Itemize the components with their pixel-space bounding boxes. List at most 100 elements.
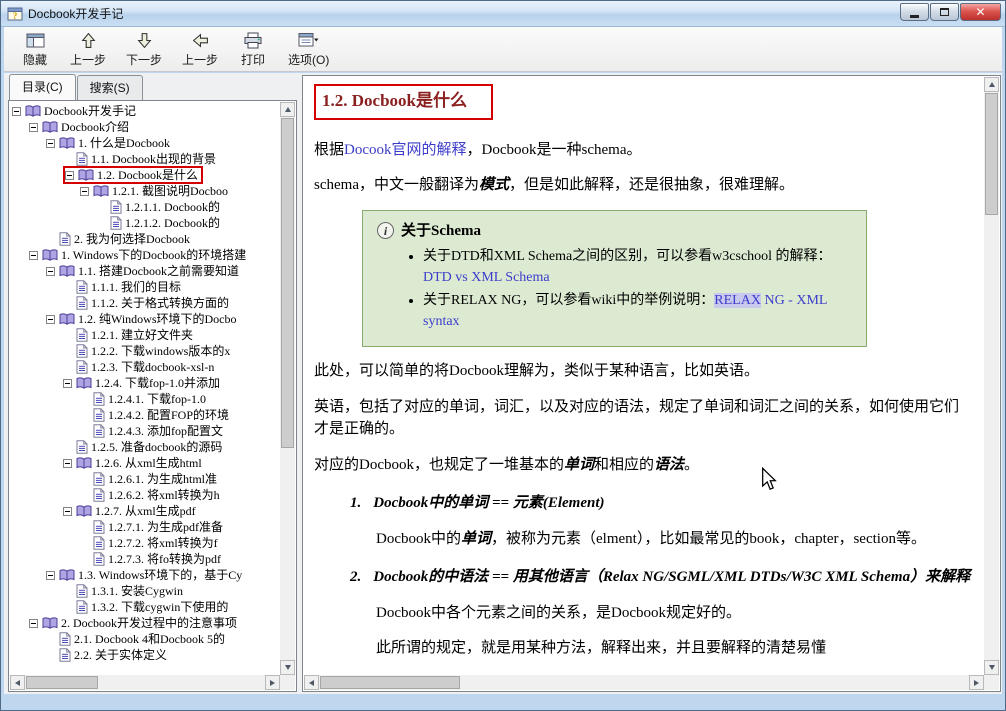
minimize-button[interactable] — [900, 3, 929, 21]
tree-item[interactable]: 1.2.7.2. 将xml转换为f — [10, 535, 279, 551]
scrollbar-thumb[interactable] — [26, 676, 98, 689]
previous-step-button[interactable]: 上一步 — [62, 28, 114, 71]
tree-item[interactable]: 1.2.1. 建立好文件夹 — [10, 327, 279, 343]
scrollbar-thumb[interactable] — [281, 118, 294, 448]
tree-item[interactable]: 1.2.7.1. 为生成pdf准备 — [10, 519, 279, 535]
tree-item-label: 2. 我为何选择Docbook — [74, 231, 190, 247]
tree-vertical-scrollbar[interactable] — [280, 102, 295, 675]
tree-item[interactable]: 2.1. Docbook 4和Docbook 5的 — [10, 631, 279, 647]
tree-item[interactable]: 1.2.7. 从xml生成pdf — [10, 503, 279, 519]
scroll-up-button[interactable] — [280, 102, 295, 117]
collapse-icon[interactable] — [46, 139, 55, 148]
collapse-icon[interactable] — [29, 251, 38, 260]
tree-horizontal-scrollbar[interactable] — [10, 675, 280, 690]
book-icon — [59, 569, 75, 582]
scrollbar-thumb[interactable] — [985, 93, 998, 215]
page-icon — [59, 632, 71, 646]
scroll-down-button[interactable] — [280, 660, 295, 675]
tree-item[interactable]: 1.2.6.1. 为生成html准 — [10, 471, 279, 487]
tree-item-label: 1.2.1.2. Docbook的 — [125, 215, 220, 231]
collapse-icon[interactable] — [63, 459, 72, 468]
collapse-icon[interactable] — [46, 267, 55, 276]
scrollbar-thumb[interactable] — [320, 676, 460, 689]
options-button[interactable]: 选项(O) — [280, 28, 337, 71]
close-button[interactable]: ✕ — [960, 3, 1001, 21]
tree-item[interactable]: 1.1. Docbook出现的背景 — [10, 151, 279, 167]
print-button[interactable]: 打印 — [230, 28, 276, 71]
section-title: 1.2. Docbook是什么 — [314, 84, 493, 120]
tree-item-label: 1.2.3. 下载docbook-xsl-n — [91, 359, 214, 375]
scroll-right-button[interactable] — [969, 675, 984, 690]
back-button[interactable]: 上一步 — [174, 28, 226, 71]
tree-item[interactable]: 1.2.6. 从xml生成html — [10, 455, 279, 471]
list-item: 1. Docbook中的单词 == 元素(Element) Docbook中的单… — [328, 492, 971, 550]
tree-item[interactable]: 2. Docbook开发过程中的注意事项 — [10, 615, 279, 631]
tree-item[interactable]: 2. 我为何选择Docbook — [10, 231, 279, 247]
tree-item[interactable]: 1. 什么是Docbook — [10, 135, 279, 151]
tree-item[interactable]: 1.3.2. 下载cygwin下使用的 — [10, 599, 279, 615]
tree-item[interactable]: 1.2.2. 下载windows版本的x — [10, 343, 279, 359]
scroll-down-button[interactable] — [984, 660, 999, 675]
page-icon — [93, 552, 105, 566]
tree-item[interactable]: Docbook介绍 — [10, 119, 279, 135]
tree-item[interactable]: 1.2.4.1. 下载fop-1.0 — [10, 391, 279, 407]
tree-item[interactable]: 1.2.5. 准备docbook的源码 — [10, 439, 279, 455]
link-docbook-official-explanation[interactable]: Docook官网的解释 — [344, 142, 467, 158]
tree-item[interactable]: 1.2.3. 下载docbook-xsl-n — [10, 359, 279, 375]
next-step-button[interactable]: 下一步 — [118, 28, 170, 71]
ordered-list: 1. Docbook中的单词 == 元素(Element) Docbook中的单… — [328, 492, 971, 660]
tree-item[interactable]: 1.3. Windows环境下的，基于Cy — [10, 567, 279, 583]
collapse-icon[interactable] — [29, 619, 38, 628]
paragraph-intro: 根据Docook官网的解释，Docbook是一种schema。 — [314, 139, 971, 162]
tree-item[interactable]: 1.2.1. 截图说明Docboo — [10, 183, 279, 199]
tree-item[interactable]: 1.1.2. 关于格式转换方面的 — [10, 295, 279, 311]
tab-search[interactable]: 搜索(S) — [77, 75, 143, 100]
tree-item[interactable]: 1.2. Docbook是什么 — [10, 167, 279, 183]
collapse-icon[interactable] — [46, 571, 55, 580]
book-icon — [42, 249, 58, 262]
tree-item[interactable]: Docbook开发手记 — [10, 103, 279, 119]
tree-item[interactable]: 1.3.1. 安装Cygwin — [10, 583, 279, 599]
scroll-up-button[interactable] — [984, 77, 999, 92]
tree-item-label: 1.2.4.1. 下载fop-1.0 — [108, 391, 206, 407]
tree-item[interactable]: 1. Windows下的Docbook的环境搭建 — [10, 247, 279, 263]
scrollbar-corner — [280, 675, 295, 690]
content-horizontal-scrollbar[interactable] — [304, 675, 984, 690]
toolbar: 隐藏 上一步 下一步 上一步 — [4, 27, 1002, 72]
svg-text:?: ? — [13, 12, 18, 22]
collapse-icon[interactable] — [65, 171, 74, 180]
page-icon — [93, 408, 105, 422]
tree-item-label: 1.2.4.2. 配置FOP的环境 — [108, 407, 229, 423]
scroll-left-button[interactable] — [10, 675, 25, 690]
tree-item[interactable]: 1.2.6.2. 将xml转换为h — [10, 487, 279, 503]
collapse-icon[interactable] — [80, 187, 89, 196]
scroll-left-button[interactable] — [304, 675, 319, 690]
tree-item[interactable]: 1.1. 搭建Docbook之前需要知道 — [10, 263, 279, 279]
titlebar[interactable]: ? Docbook开发手记 ✕ — [1, 1, 1005, 27]
tree-item[interactable]: 1.2.1.2. Docbook的 — [10, 215, 279, 231]
maximize-button[interactable] — [930, 3, 959, 21]
paragraph-docbook-rules: 对应的Docbook，也规定了一堆基本的单词和相应的语法。 — [314, 454, 971, 477]
list-item-body: 此所谓的规定，就是用某种方法，解释出来，并且要解释的清楚易懂 — [376, 637, 971, 660]
tab-contents[interactable]: 目录(C) — [9, 74, 76, 100]
tree-item[interactable]: 1.2.1.1. Docbook的 — [10, 199, 279, 215]
tree-item[interactable]: 2.2. 关于实体定义 — [10, 647, 279, 663]
tree-item[interactable]: 1.2.4.2. 配置FOP的环境 — [10, 407, 279, 423]
tree-item[interactable]: 1.2.7.3. 将fo转换为pdf — [10, 551, 279, 567]
link-dtd-vs-xml-schema[interactable]: DTD vs XML Schema — [423, 270, 550, 285]
collapse-icon[interactable] — [63, 379, 72, 388]
collapse-icon[interactable] — [63, 507, 72, 516]
tree-item-label: 1.2. Docbook是什么 — [97, 167, 198, 183]
tree-item[interactable]: 1.1.1. 我们的目标 — [10, 279, 279, 295]
note-bullet: 关于DTD和XML Schema之间的区别，可以参看w3cschool 的解释：… — [423, 246, 852, 288]
hide-button[interactable]: 隐藏 — [12, 28, 58, 71]
collapse-icon[interactable] — [29, 123, 38, 132]
info-icon: i — [377, 222, 394, 239]
collapse-icon[interactable] — [12, 107, 21, 116]
tree-item[interactable]: 1.2.4.3. 添加fop配置文 — [10, 423, 279, 439]
tree-item[interactable]: 1.2.4. 下载fop-1.0并添加 — [10, 375, 279, 391]
collapse-icon[interactable] — [46, 315, 55, 324]
scroll-right-button[interactable] — [265, 675, 280, 690]
tree-item[interactable]: 1.2. 纯Windows环境下的Docbo — [10, 311, 279, 327]
content-vertical-scrollbar[interactable] — [984, 77, 999, 675]
